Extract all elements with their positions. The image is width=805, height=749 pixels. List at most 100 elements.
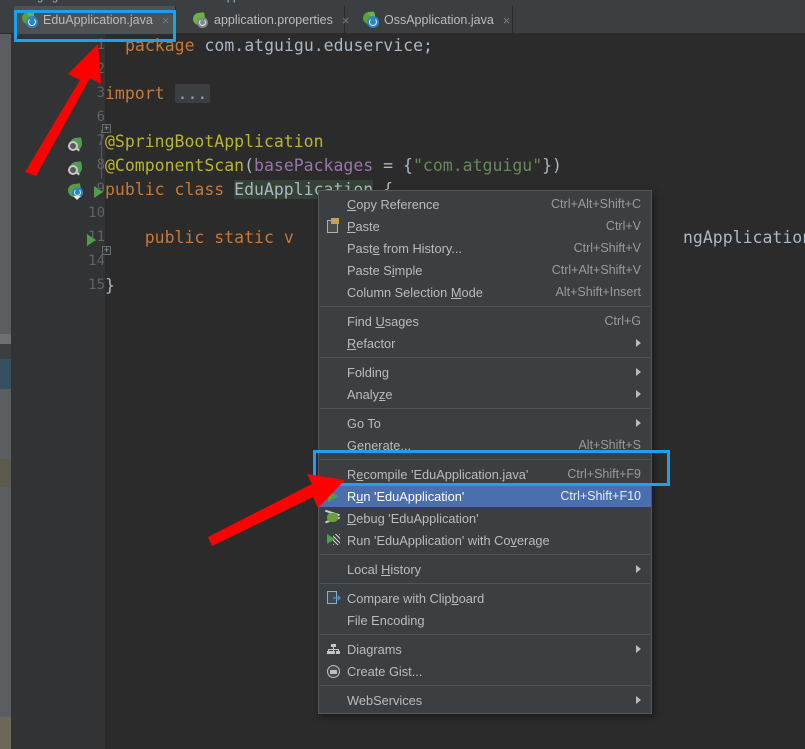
menu-separator bbox=[320, 583, 650, 584]
keyword-void-partial: v bbox=[283, 228, 294, 247]
ide-window: atguigu / eduservice / EduApplication Ed… bbox=[0, 0, 805, 749]
paste-icon bbox=[325, 218, 341, 234]
menu-separator bbox=[320, 685, 650, 686]
line-number: 1 bbox=[96, 37, 105, 53]
close-brace: } bbox=[105, 276, 115, 295]
run-icon bbox=[325, 488, 341, 504]
menu-label: Create Gist... bbox=[347, 663, 423, 679]
menu-separator bbox=[320, 357, 650, 358]
spring-properties-icon bbox=[192, 12, 209, 28]
menu-label: Diagrams bbox=[347, 641, 402, 657]
menu-accel: Alt+Shift+S bbox=[578, 438, 641, 452]
menu-accel: Ctrl+Shift+F10 bbox=[560, 489, 641, 503]
line-number: 3 bbox=[96, 85, 105, 101]
menu-label: Folding bbox=[347, 364, 389, 380]
menu-item-go-to[interactable]: Go To bbox=[319, 412, 651, 434]
menu-item-folding[interactable]: Folding bbox=[319, 361, 651, 383]
close-brace-paren: }) bbox=[542, 156, 562, 175]
compare-icon bbox=[325, 590, 341, 606]
tab-label: OssApplication.java bbox=[384, 13, 494, 27]
tab-application-properties[interactable]: application.properties × bbox=[185, 6, 349, 34]
find-usages-gutter-icon[interactable] bbox=[68, 161, 83, 176]
editor-context-menu[interactable]: CCopy Referenceopy Reference Ctrl+Alt+Sh… bbox=[318, 190, 652, 714]
menu-item-create-gist[interactable]: Create Gist... bbox=[319, 660, 651, 682]
keyword-import: import bbox=[105, 84, 165, 103]
keyword-public-static: public static bbox=[144, 228, 284, 247]
marker-segment bbox=[0, 359, 11, 389]
close-icon[interactable]: × bbox=[503, 13, 511, 28]
menu-item-refactor[interactable]: Refactor bbox=[319, 332, 651, 354]
code-overflow-text: ngApplication. bbox=[683, 228, 805, 247]
menu-item-analyze[interactable]: Analyze bbox=[319, 383, 651, 405]
menu-item-run-with-coverage[interactable]: Run 'EduApplication' with Coverage bbox=[319, 529, 651, 551]
menu-item-local-history[interactable]: Local History bbox=[319, 558, 651, 580]
menu-item-paste-from-history[interactable]: Paste from History... Ctrl+Shift+V bbox=[319, 237, 651, 259]
code-line-8: @ComponentScan(basePackages = {"com.atgu… bbox=[105, 156, 562, 175]
menu-accel: Ctrl+V bbox=[605, 219, 641, 233]
menu-accel: Ctrl+Alt+Shift+C bbox=[551, 197, 641, 211]
chevron-right-icon bbox=[636, 696, 641, 704]
marker-segment bbox=[0, 34, 11, 334]
spring-boot-icon bbox=[21, 11, 38, 28]
line-number: 15 bbox=[88, 277, 105, 293]
left-marker-bar[interactable] bbox=[0, 34, 11, 749]
assign-brace: = { bbox=[373, 156, 413, 175]
menu-item-recompile[interactable]: Recompile 'EduApplication.java' Ctrl+Shi… bbox=[319, 463, 651, 485]
menu-item-paste[interactable]: Paste Ctrl+V bbox=[319, 215, 651, 237]
code-line-3: import ... bbox=[105, 84, 211, 103]
expand-method-fold-icon[interactable]: + bbox=[102, 246, 111, 255]
tab-ossapplication-java[interactable]: OssApplication.java × bbox=[355, 6, 513, 34]
marker-segment bbox=[0, 717, 11, 749]
coverage-icon bbox=[325, 532, 341, 548]
marker-segment bbox=[0, 459, 11, 487]
annotation-springbootapplication: @SpringBootApplication bbox=[105, 132, 324, 151]
menu-label: File Encoding bbox=[347, 612, 425, 628]
spring-bean-gutter-icon[interactable] bbox=[67, 183, 85, 200]
breadcrumb-separator: / bbox=[170, 0, 173, 3]
close-icon[interactable]: × bbox=[162, 13, 170, 28]
menu-item-find-usages[interactable]: Find Usages Ctrl+G bbox=[319, 310, 651, 332]
menu-item-webservices[interactable]: WebServices bbox=[319, 689, 651, 711]
diagrams-icon bbox=[325, 641, 341, 657]
code-line-1: package com.atguigu.eduservice; bbox=[125, 36, 433, 55]
editor-gutter-icons[interactable] bbox=[11, 34, 32, 749]
menu-separator bbox=[320, 459, 650, 460]
chevron-right-icon bbox=[636, 419, 641, 427]
tab-eduapplication-java[interactable]: EduApplication.java × bbox=[14, 6, 176, 34]
tab-label: EduApplication.java bbox=[43, 13, 153, 27]
run-gutter-icon[interactable] bbox=[94, 186, 103, 198]
keyword-public-class: public class bbox=[105, 180, 235, 199]
chevron-right-icon bbox=[636, 339, 641, 347]
menu-item-diagrams[interactable]: Diagrams bbox=[319, 638, 651, 660]
spring-boot-icon bbox=[362, 11, 379, 28]
menu-item-generate[interactable]: Generate... Alt+Shift+S bbox=[319, 434, 651, 456]
menu-accel: Ctrl+Shift+F9 bbox=[567, 467, 641, 481]
menu-accel: Alt+Shift+Insert bbox=[555, 285, 641, 299]
run-method-gutter-icon[interactable] bbox=[87, 234, 96, 246]
tab-label: application.properties bbox=[214, 13, 333, 27]
menu-separator bbox=[320, 306, 650, 307]
line-number: 14 bbox=[88, 253, 105, 269]
menu-item-column-selection-mode[interactable]: Column Selection Mode Alt+Shift+Insert bbox=[319, 281, 651, 303]
chevron-right-icon bbox=[636, 565, 641, 573]
menu-accel: Ctrl+Alt+Shift+V bbox=[551, 263, 641, 277]
menu-item-file-encoding[interactable]: File Encoding bbox=[319, 609, 651, 631]
editor-line-number-gutter: 1 2 3 6 7 8 9 10 11 14 15 bbox=[32, 34, 105, 749]
menu-item-compare-with-clipboard[interactable]: Compare with Clipboard bbox=[319, 587, 651, 609]
chevron-right-icon bbox=[636, 390, 641, 398]
line-number: 6 bbox=[96, 109, 105, 125]
menu-item-paste-simple[interactable]: Paste Simple Ctrl+Alt+Shift+V bbox=[319, 259, 651, 281]
line-number: 10 bbox=[88, 205, 105, 221]
folded-imports[interactable]: ... bbox=[174, 84, 211, 103]
menu-item-run-eduapplication[interactable]: Run 'EduApplication' Ctrl+Shift+F10 bbox=[319, 485, 651, 507]
menu-accel: Ctrl+G bbox=[604, 314, 641, 328]
chevron-right-icon bbox=[636, 368, 641, 376]
find-usages-gutter-icon[interactable] bbox=[68, 137, 83, 152]
menu-item-copy-reference[interactable]: CCopy Referenceopy Reference Ctrl+Alt+Sh… bbox=[319, 193, 651, 215]
menu-separator bbox=[320, 634, 650, 635]
menu-item-debug-eduapplication[interactable]: Debug 'EduApplication' bbox=[319, 507, 651, 529]
close-icon[interactable]: × bbox=[342, 13, 350, 28]
menu-label: Go To bbox=[347, 415, 381, 431]
string-com-atguigu: "com.atguigu" bbox=[412, 156, 543, 175]
marker-segment bbox=[0, 389, 11, 459]
